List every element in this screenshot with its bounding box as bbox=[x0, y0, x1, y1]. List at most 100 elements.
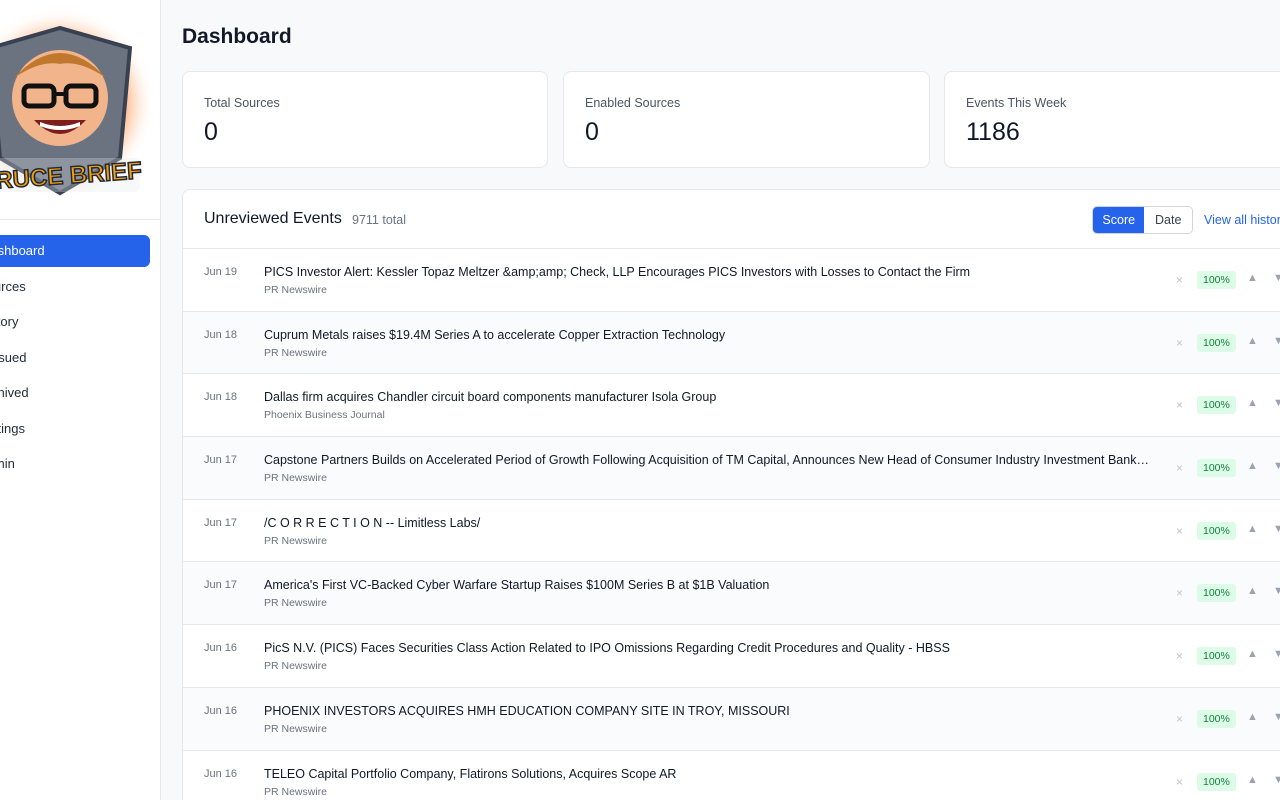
sidebar-item-label: Sources bbox=[0, 278, 26, 294]
sidebar-item-label: Dashboard bbox=[0, 243, 45, 258]
event-date: Jun 16 bbox=[204, 704, 238, 717]
sidebar-item-label: Archived bbox=[0, 385, 29, 400]
upvote-icon[interactable]: ▲ bbox=[1247, 523, 1258, 535]
events-count: 9711 total bbox=[352, 213, 406, 227]
upvote-icon[interactable]: ▲ bbox=[1247, 272, 1258, 284]
dismiss-icon[interactable]: × bbox=[1176, 586, 1183, 600]
sidebar-item-sources[interactable]: Sources bbox=[0, 271, 160, 303]
events-title: Unreviewed Events bbox=[204, 210, 342, 227]
event-source: PR Newswire bbox=[264, 472, 328, 485]
stat-label: Enabled Sources bbox=[585, 96, 681, 110]
event-date: Jun 16 bbox=[204, 767, 238, 780]
sort-toggle: Score Date bbox=[1092, 206, 1193, 234]
event-title[interactable]: PHOENIX INVESTORS ACQUIRES HMH EDUCATION… bbox=[264, 704, 1149, 718]
event-date: Jun 17 bbox=[204, 579, 238, 592]
events-list: Jun 19 PICS Investor Alert: Kessler Topa… bbox=[183, 249, 1280, 800]
event-source: PR Newswire bbox=[264, 346, 328, 359]
event-source: Phoenix Business Journal bbox=[264, 409, 385, 422]
score-badge: 100% bbox=[1197, 521, 1236, 540]
downvote-icon[interactable]: ▼ bbox=[1273, 335, 1280, 347]
sidebar-item-history[interactable]: History bbox=[0, 306, 160, 338]
event-date: Jun 17 bbox=[204, 516, 238, 529]
downvote-icon[interactable]: ▼ bbox=[1273, 460, 1280, 472]
upvote-icon[interactable]: ▲ bbox=[1247, 397, 1258, 409]
event-date: Jun 18 bbox=[204, 391, 238, 404]
sidebar: BRUCE BRIEF Dashboard Sources History Pu… bbox=[0, 0, 161, 800]
event-title[interactable]: America's First VC-Backed Cyber Warfare … bbox=[264, 578, 1149, 592]
events-header: Unreviewed Events 9711 total Score Date … bbox=[183, 190, 1280, 249]
event-row[interactable]: Jun 18 Cuprum Metals raises $19.4M Serie… bbox=[183, 311, 1280, 375]
event-date: Jun 18 bbox=[204, 328, 238, 341]
event-title[interactable]: Capstone Partners Builds on Accelerated … bbox=[264, 453, 1149, 467]
sidebar-item-settings[interactable]: Settings bbox=[0, 413, 160, 445]
sidebar-item-label: Admin bbox=[0, 456, 15, 471]
sort-date-button[interactable]: Date bbox=[1144, 207, 1192, 233]
event-row[interactable]: Jun 18 Dallas firm acquires Chandler cir… bbox=[183, 374, 1280, 438]
dismiss-icon[interactable]: × bbox=[1176, 649, 1183, 663]
event-title[interactable]: Cuprum Metals raises $19.4M Series A to … bbox=[264, 328, 1149, 342]
logo-area: BRUCE BRIEF bbox=[0, 0, 160, 220]
sidebar-item-admin[interactable]: Admin bbox=[0, 448, 160, 480]
sidebar-item-dashboard[interactable]: Dashboard bbox=[0, 235, 150, 267]
event-date: Jun 19 bbox=[204, 266, 238, 278]
event-title[interactable]: PICS Investor Alert: Kessler Topaz Meltz… bbox=[264, 265, 1149, 279]
dismiss-icon[interactable]: × bbox=[1176, 524, 1183, 538]
stat-card-total-sources: Total Sources 0 bbox=[182, 71, 548, 168]
downvote-icon[interactable]: ▼ bbox=[1273, 774, 1280, 786]
event-source: PR Newswire bbox=[264, 722, 328, 735]
event-source: PR Newswire bbox=[264, 284, 328, 296]
upvote-icon[interactable]: ▲ bbox=[1247, 648, 1258, 660]
event-row[interactable]: Jun 19 PICS Investor Alert: Kessler Topa… bbox=[183, 249, 1280, 312]
downvote-icon[interactable]: ▼ bbox=[1273, 272, 1280, 284]
sidebar-item-label: Pursued bbox=[0, 349, 27, 365]
upvote-icon[interactable]: ▲ bbox=[1247, 711, 1258, 723]
dismiss-icon[interactable]: × bbox=[1176, 461, 1183, 475]
event-row[interactable]: Jun 17 /C O R R E C T I O N -- Limitless… bbox=[183, 499, 1280, 563]
upvote-icon[interactable]: ▲ bbox=[1247, 774, 1258, 786]
event-row[interactable]: Jun 17 America's First VC-Backed Cyber W… bbox=[183, 562, 1280, 626]
event-source: PR Newswire bbox=[264, 534, 328, 547]
downvote-icon[interactable]: ▼ bbox=[1273, 648, 1280, 660]
score-badge: 100% bbox=[1197, 647, 1236, 666]
sidebar-nav: Dashboard Sources History Pursued Archiv… bbox=[0, 235, 160, 484]
event-title[interactable]: PicS N.V. (PICS) Faces Securities Class … bbox=[264, 641, 1149, 655]
downvote-icon[interactable]: ▼ bbox=[1273, 711, 1280, 723]
score-badge: 100% bbox=[1197, 271, 1236, 289]
event-date: Jun 17 bbox=[204, 454, 238, 467]
page-title: Dashboard bbox=[182, 25, 292, 48]
score-badge: 100% bbox=[1197, 709, 1236, 728]
event-date: Jun 16 bbox=[204, 642, 238, 655]
upvote-icon[interactable]: ▲ bbox=[1247, 335, 1258, 347]
sidebar-item-pursued[interactable]: Pursued bbox=[0, 342, 160, 374]
event-source: PR Newswire bbox=[264, 785, 328, 798]
view-all-history-link[interactable]: View all history bbox=[1204, 213, 1280, 227]
event-row[interactable]: Jun 17 Capstone Partners Builds on Accel… bbox=[183, 437, 1280, 500]
dismiss-icon[interactable]: × bbox=[1176, 398, 1183, 412]
score-badge: 100% bbox=[1197, 396, 1236, 415]
dismiss-icon[interactable]: × bbox=[1176, 712, 1183, 726]
dismiss-icon[interactable]: × bbox=[1176, 273, 1183, 287]
score-badge: 100% bbox=[1197, 333, 1236, 352]
downvote-icon[interactable]: ▼ bbox=[1273, 523, 1280, 535]
event-row[interactable]: Jun 16 PHOENIX INVESTORS ACQUIRES HMH ED… bbox=[183, 687, 1280, 751]
sidebar-item-archived[interactable]: Archived bbox=[0, 377, 160, 409]
event-title[interactable]: TELEO Capital Portfolio Company, Flatiro… bbox=[264, 767, 1149, 781]
event-source: PR Newswire bbox=[264, 597, 328, 610]
stat-label: Total Sources bbox=[204, 96, 280, 110]
event-row[interactable]: Jun 16 TELEO Capital Portfolio Company, … bbox=[183, 750, 1280, 800]
upvote-icon[interactable]: ▲ bbox=[1247, 585, 1258, 597]
stat-card-enabled-sources: Enabled Sources 0 bbox=[563, 71, 930, 168]
score-badge: 100% bbox=[1197, 459, 1236, 478]
downvote-icon[interactable]: ▼ bbox=[1273, 397, 1280, 409]
event-row[interactable]: Jun 16 PicS N.V. (PICS) Faces Securities… bbox=[183, 625, 1280, 688]
upvote-icon[interactable]: ▲ bbox=[1247, 460, 1258, 472]
dismiss-icon[interactable]: × bbox=[1176, 336, 1183, 350]
dismiss-icon[interactable]: × bbox=[1176, 775, 1183, 789]
score-badge: 100% bbox=[1197, 772, 1236, 791]
sort-score-button[interactable]: Score bbox=[1093, 207, 1145, 233]
event-title[interactable]: /C O R R E C T I O N -- Limitless Labs/ bbox=[264, 516, 1149, 530]
event-source: PR Newswire bbox=[264, 660, 328, 673]
sidebar-item-label: History bbox=[0, 314, 19, 329]
downvote-icon[interactable]: ▼ bbox=[1273, 585, 1280, 597]
event-title[interactable]: Dallas firm acquires Chandler circuit bo… bbox=[264, 390, 1149, 404]
